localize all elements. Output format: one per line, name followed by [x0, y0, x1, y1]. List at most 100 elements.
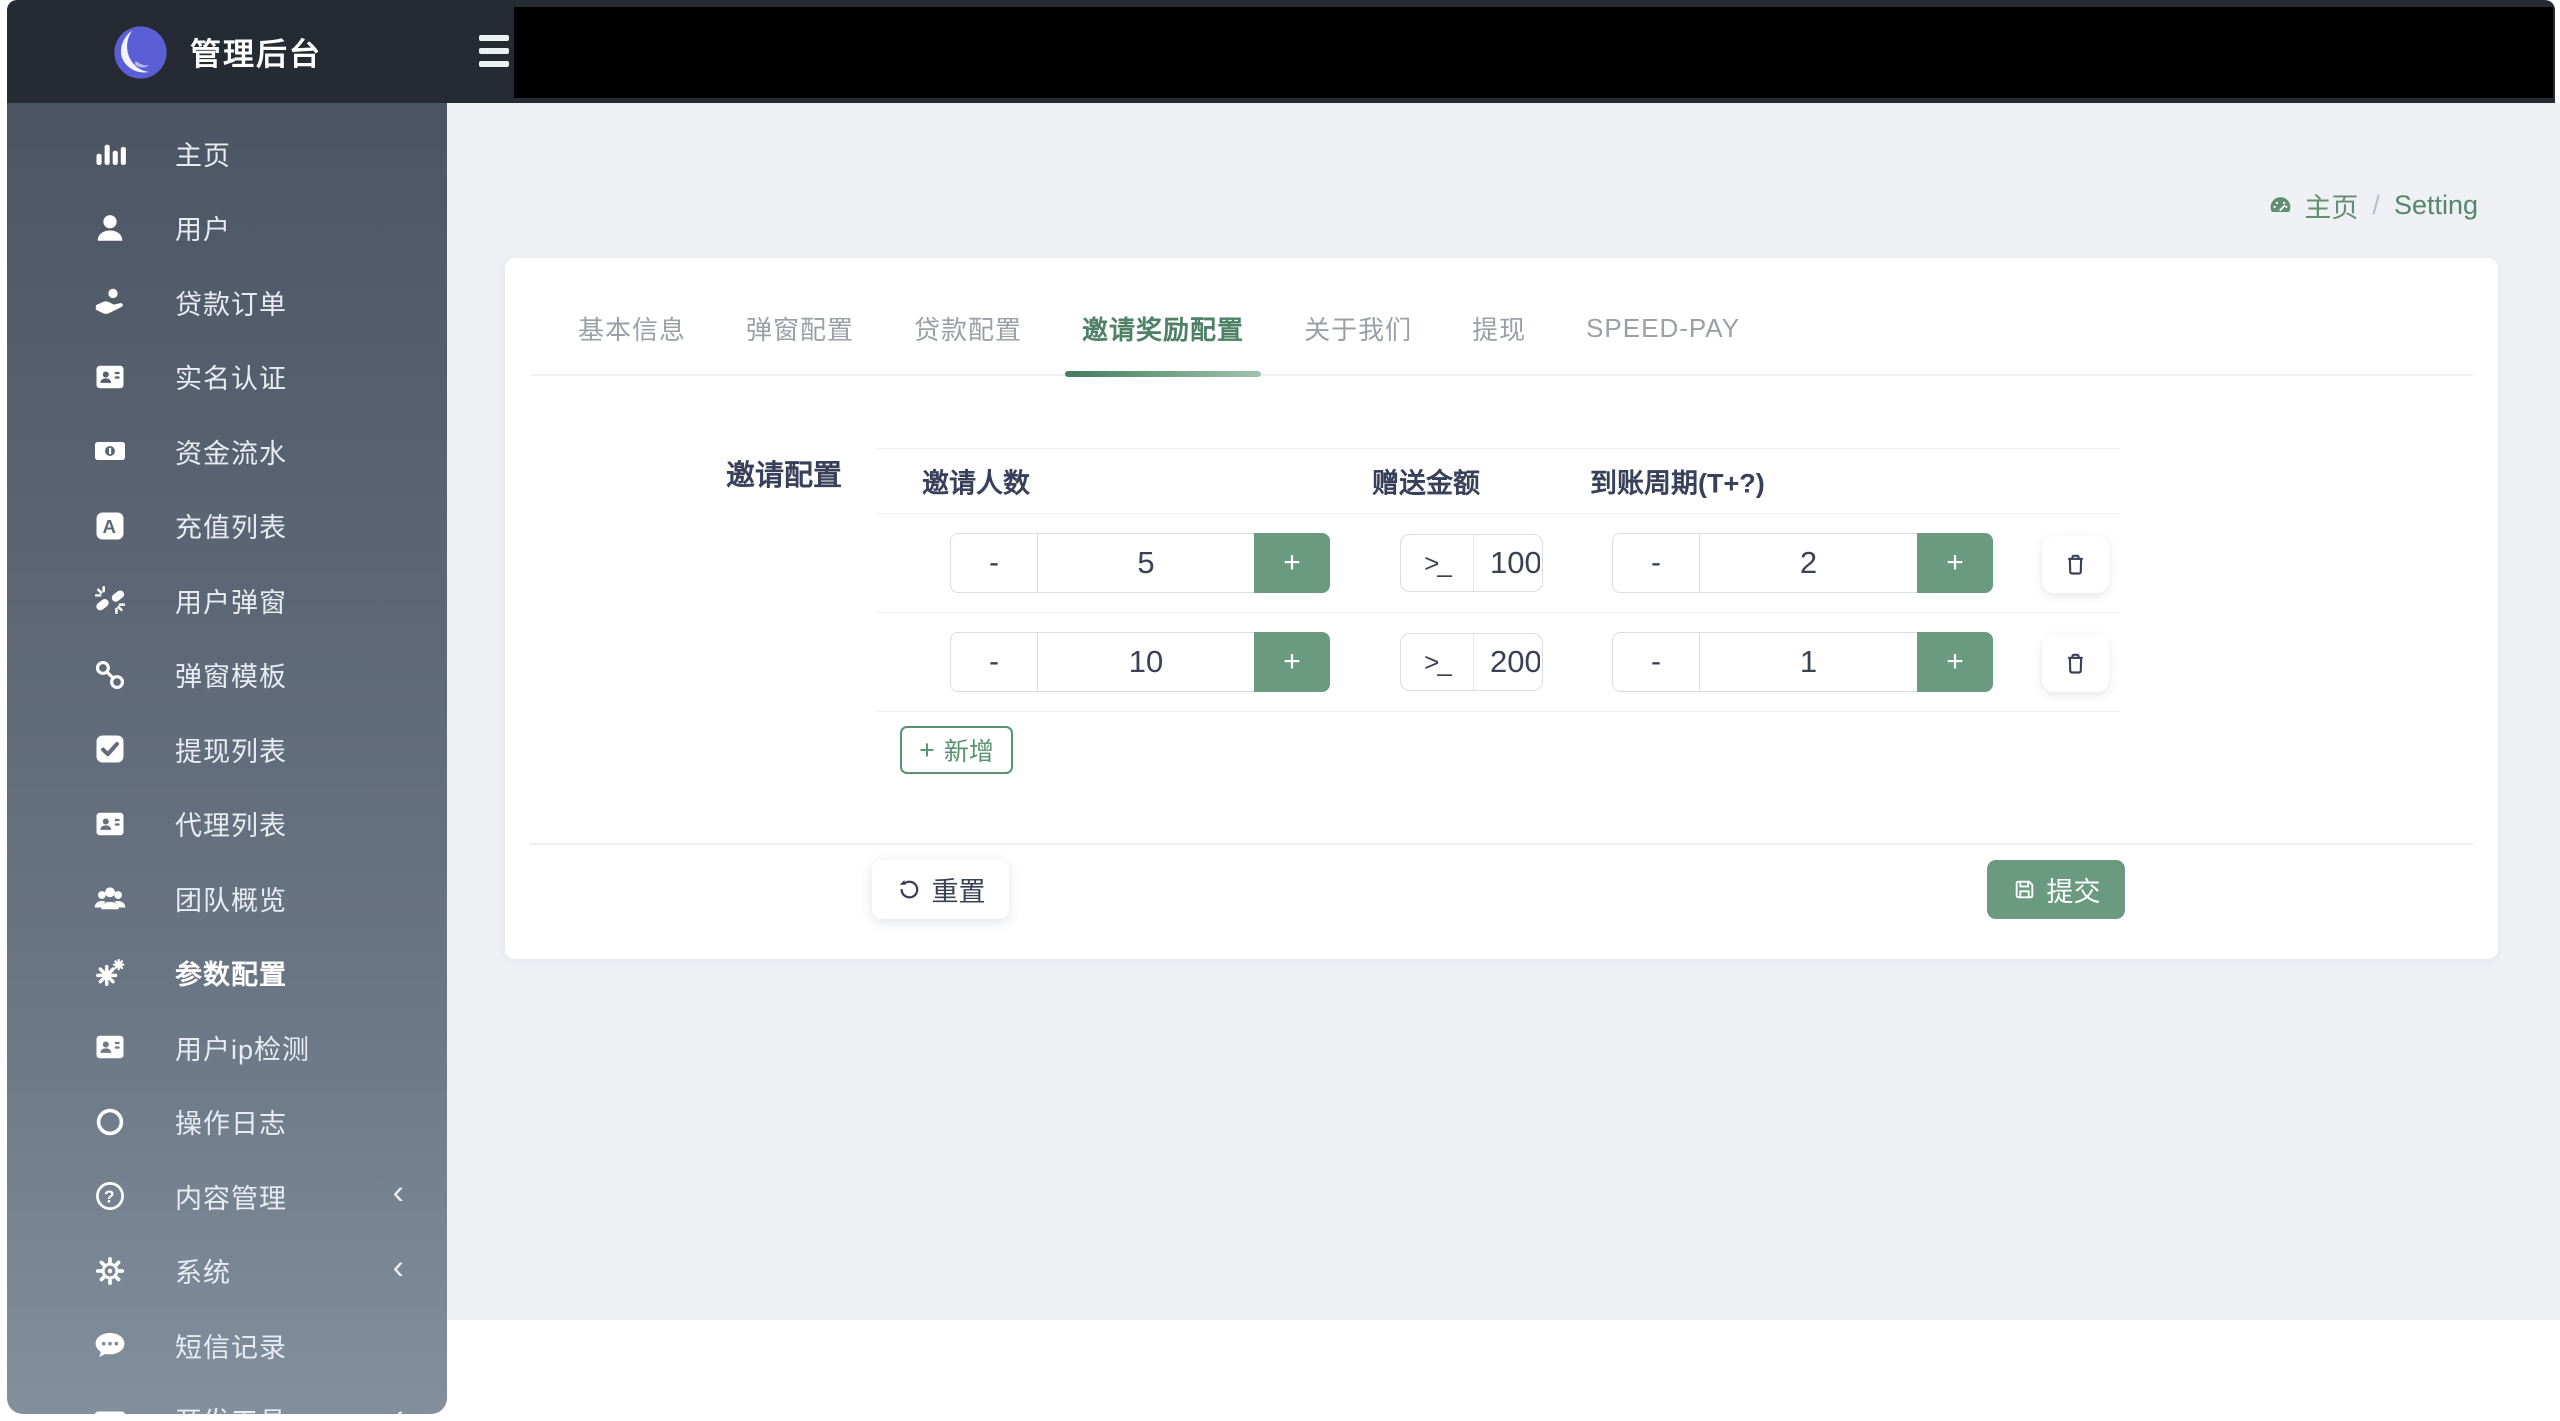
- submit-label: 提交: [2046, 877, 2101, 907]
- cycle-stepper: - +: [1612, 533, 1993, 593]
- chevron-left-icon: ‹: [393, 1397, 405, 1414]
- delete-row-button[interactable]: [2042, 536, 2109, 593]
- top-banner-black-area: [514, 7, 2553, 98]
- check-square-icon: [92, 731, 128, 767]
- cogs-icon: [92, 955, 128, 991]
- reset-button[interactable]: 重置: [872, 860, 1009, 919]
- increment-button[interactable]: +: [1917, 533, 1993, 593]
- reset-label: 重置: [931, 877, 986, 907]
- column-header-cycle: 到账周期(T+?): [1590, 468, 1765, 499]
- sidebar-item-label: 参数配置: [175, 960, 287, 991]
- users-icon: [92, 880, 128, 916]
- decrement-button[interactable]: -: [950, 632, 1038, 692]
- tab-speed-pay[interactable]: SPEED-PAY: [1586, 313, 1740, 344]
- amount-input-group: >_: [1400, 534, 1543, 592]
- sidebar-item-loan-orders[interactable]: 贷款订单: [7, 265, 447, 340]
- tab-about-us[interactable]: 关于我们: [1304, 310, 1412, 347]
- sidebar-item-label: 开发工具: [175, 1400, 287, 1414]
- user-icon: [92, 210, 128, 246]
- terminal-prefix-icon[interactable]: >_: [1401, 634, 1474, 690]
- tab-loan-config[interactable]: 贷款配置: [914, 310, 1022, 347]
- save-icon: [2012, 877, 2037, 902]
- sidebar-item-user-popup[interactable]: 用户弹窗: [7, 563, 447, 638]
- sidebar-item-agent-list[interactable]: 代理列表: [7, 787, 447, 862]
- sidebar-item-dev-tools[interactable]: 开发工具 ‹: [7, 1383, 447, 1414]
- gear-icon: [92, 1253, 128, 1289]
- dashboard-icon: [2267, 192, 2294, 219]
- chevron-left-icon: ‹: [392, 1173, 405, 1212]
- sidebar-item-parameter-config[interactable]: 参数配置: [7, 936, 447, 1011]
- tab-invite-reward-config[interactable]: 邀请奖励配置: [1065, 310, 1262, 377]
- trash-icon: [2062, 650, 2089, 677]
- terminal-prefix-icon[interactable]: >_: [1401, 535, 1474, 591]
- increment-button[interactable]: +: [1917, 632, 1993, 692]
- sidebar-item-label: 实名认证: [175, 364, 287, 395]
- sidebar-toggle-hamburger-icon[interactable]: [479, 33, 513, 69]
- sidebar-item-withdraw-list[interactable]: 提现列表: [7, 712, 447, 787]
- sidebar-item-users[interactable]: 用户: [7, 191, 447, 266]
- delete-row-button[interactable]: [2042, 635, 2109, 692]
- add-row-button[interactable]: + 新增: [900, 726, 1013, 774]
- cycle-stepper: - +: [1612, 632, 1993, 692]
- breadcrumb-separator: /: [2372, 190, 2380, 220]
- invites-input[interactable]: [1038, 533, 1254, 593]
- brand: 管理后台: [7, 0, 447, 103]
- hand-holding-usd-icon: [92, 284, 128, 320]
- app-logo-icon: [112, 24, 169, 81]
- increment-button[interactable]: +: [1254, 533, 1330, 593]
- top-bar: 管理后台: [7, 0, 2555, 103]
- breadcrumb-home-link[interactable]: 主页: [2267, 186, 2358, 225]
- sidebar-item-label: 用户弹窗: [175, 587, 287, 618]
- breadcrumb-home-label: 主页: [2304, 193, 2359, 223]
- a-square-icon: [92, 508, 128, 544]
- tab-popup-config[interactable]: 弹窗配置: [746, 310, 854, 347]
- amount-input-group: >_: [1400, 633, 1543, 691]
- cycle-input[interactable]: [1700, 632, 1917, 692]
- amount-input[interactable]: [1474, 634, 1542, 690]
- submit-button[interactable]: 提交: [1987, 860, 2125, 919]
- card-footer-divider: [530, 843, 2473, 845]
- sidebar-item-user-ip-check[interactable]: 用户ip检测: [7, 1010, 447, 1085]
- sidebar-item-label: 内容管理: [175, 1183, 287, 1214]
- sidebar-item-popup-template[interactable]: 弹窗模板: [7, 638, 447, 713]
- plus-icon: +: [919, 734, 935, 765]
- breadcrumb: 主页 / Setting: [2267, 186, 2478, 225]
- tab-withdraw[interactable]: 提现: [1472, 310, 1526, 347]
- keyboard-icon: [92, 1402, 128, 1414]
- decrement-button[interactable]: -: [1612, 533, 1700, 593]
- sidebar-item-label: 资金流水: [175, 438, 287, 469]
- sidebar-item-sms-records[interactable]: 短信记录: [7, 1308, 447, 1383]
- address-card-icon: [92, 359, 128, 395]
- sidebar-item-identity-verify[interactable]: 实名认证: [7, 340, 447, 415]
- sidebar-item-home[interactable]: 主页: [7, 116, 447, 191]
- amount-input[interactable]: [1474, 535, 1542, 591]
- sidebar-item-label: 操作日志: [175, 1109, 287, 1140]
- circle-icon: [92, 1104, 128, 1140]
- address-book-icon: [92, 806, 128, 842]
- table-row: - + >_ - +: [876, 514, 2120, 613]
- sidebar-item-operation-log[interactable]: 操作日志: [7, 1085, 447, 1160]
- table-action-row: + 新增: [876, 712, 2120, 794]
- address-book-icon: [92, 1029, 128, 1065]
- column-header-invites: 邀请人数: [922, 468, 1030, 499]
- sidebar-item-label: 代理列表: [175, 811, 287, 842]
- sidebar-item-content-management[interactable]: 内容管理 ‹: [7, 1159, 447, 1234]
- invites-input[interactable]: [1038, 632, 1254, 692]
- settings-tabs: 基本信息 弹窗配置 贷款配置 邀请奖励配置 关于我们 提现 SPEED-PAY: [530, 258, 2473, 377]
- table-row: - + >_ - +: [876, 613, 2120, 712]
- column-header-amount: 赠送金额: [1372, 468, 1480, 499]
- invite-config-label: 邀请配置: [726, 460, 843, 492]
- cycle-input[interactable]: [1700, 533, 1917, 593]
- decrement-button[interactable]: -: [950, 533, 1038, 593]
- sidebar-item-team-overview[interactable]: 团队概览: [7, 861, 447, 936]
- sidebar-item-label: 用户ip检测: [175, 1034, 311, 1065]
- sidebar-item-fund-flow[interactable]: 资金流水: [7, 414, 447, 489]
- sidebar-item-label: 提现列表: [175, 736, 287, 767]
- increment-button[interactable]: +: [1254, 632, 1330, 692]
- tab-basic-info[interactable]: 基本信息: [578, 310, 686, 347]
- chevron-left-icon: ‹: [392, 1248, 405, 1287]
- invites-stepper: - +: [950, 533, 1330, 593]
- decrement-button[interactable]: -: [1612, 632, 1700, 692]
- sidebar-item-recharge-list[interactable]: 充值列表: [7, 489, 447, 564]
- sidebar-item-system[interactable]: 系统 ‹: [7, 1234, 447, 1309]
